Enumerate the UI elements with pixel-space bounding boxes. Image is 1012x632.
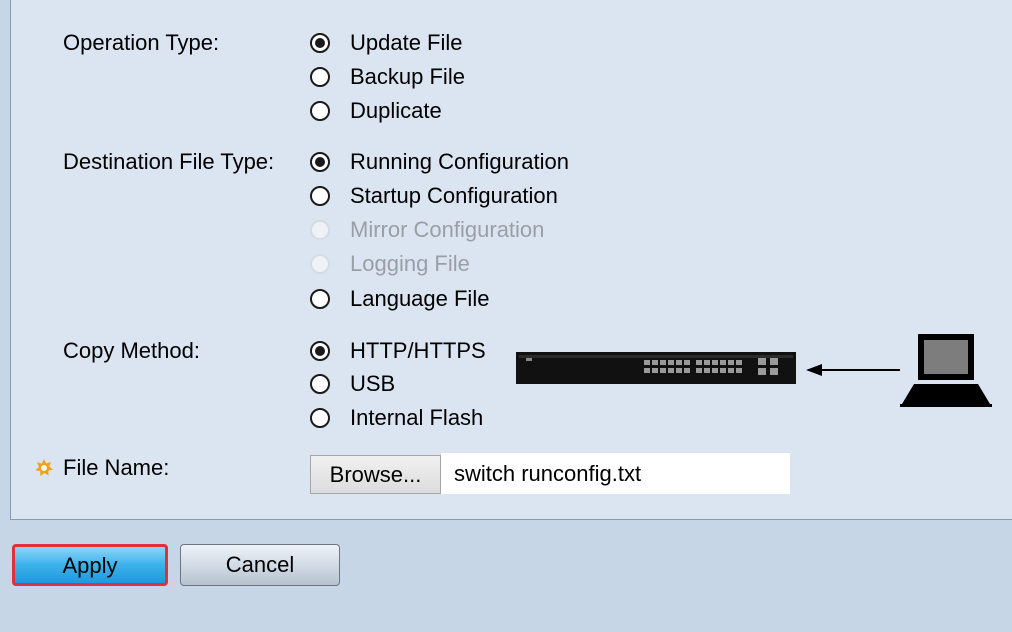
radio-usb[interactable]: USB <box>310 369 395 399</box>
arrow-left-icon <box>806 364 900 376</box>
copy-method-label: Copy Method: <box>63 338 200 363</box>
radio-label: Running Configuration <box>350 149 569 174</box>
radio-mirror-configuration: Mirror Configuration <box>310 215 544 245</box>
radio-backup-file[interactable]: Backup File <box>310 62 465 92</box>
file-name-field[interactable]: switch runconfig.txt <box>441 453 790 494</box>
radio-label: Duplicate <box>350 98 442 123</box>
radio-label: Mirror Configuration <box>350 217 545 242</box>
radio-button-icon[interactable] <box>310 67 330 87</box>
apply-button[interactable]: Apply <box>12 544 168 586</box>
browse-button[interactable]: Browse... <box>310 455 441 494</box>
destination-file-type-label: Destination File Type: <box>63 149 275 174</box>
switch-to-laptop-illustration <box>516 334 992 407</box>
radio-button-icon[interactable] <box>310 408 330 428</box>
radio-label: HTTP/HTTPS <box>350 338 486 363</box>
radio-button-icon[interactable] <box>310 33 330 53</box>
radio-language-file[interactable]: Language File <box>310 284 489 314</box>
radio-button-icon[interactable] <box>310 341 330 361</box>
radio-button-icon <box>310 254 330 274</box>
form-panel <box>10 0 1012 520</box>
radio-internal-flash[interactable]: Internal Flash <box>310 403 483 433</box>
network-switch-icon <box>516 352 796 384</box>
radio-update-file[interactable]: Update File <box>310 28 463 58</box>
radio-label: Update File <box>350 30 463 55</box>
radio-label: Startup Configuration <box>350 183 558 208</box>
radio-label: USB <box>350 371 396 396</box>
radio-label: Internal Flash <box>350 405 484 430</box>
laptop-icon <box>900 334 992 407</box>
radio-label: Logging File <box>350 251 470 276</box>
radio-button-icon[interactable] <box>310 101 330 121</box>
radio-button-icon[interactable] <box>310 152 330 172</box>
radio-button-icon[interactable] <box>310 186 330 206</box>
operation-type-label: Operation Type: <box>63 30 220 55</box>
radio-http-https[interactable]: HTTP/HTTPS <box>310 336 486 366</box>
cancel-button[interactable]: Cancel <box>180 544 340 586</box>
radio-button-icon <box>310 220 330 240</box>
radio-label: Backup File <box>350 64 465 89</box>
radio-label: Language File <box>350 286 490 311</box>
radio-duplicate[interactable]: Duplicate <box>310 96 442 126</box>
radio-running-configuration[interactable]: Running Configuration <box>310 147 569 177</box>
file-name-label: File Name: <box>63 455 170 480</box>
radio-button-icon[interactable] <box>310 289 330 309</box>
radio-logging-file: Logging File <box>310 249 470 279</box>
radio-startup-configuration[interactable]: Startup Configuration <box>310 181 558 211</box>
required-star-icon <box>35 459 53 476</box>
radio-button-icon[interactable] <box>310 374 330 394</box>
